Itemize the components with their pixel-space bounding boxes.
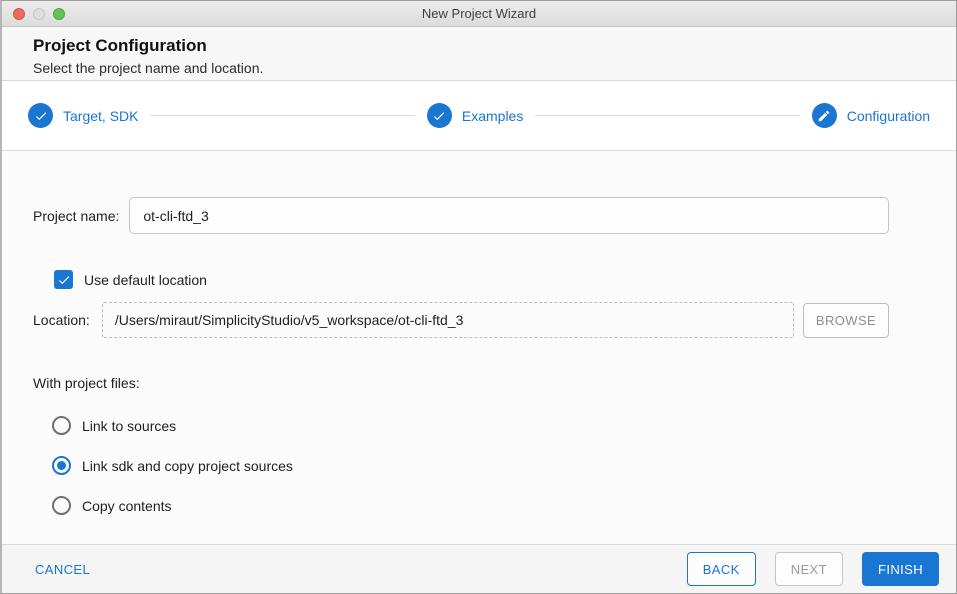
browse-button[interactable]: BROWSE bbox=[803, 302, 889, 338]
radio-label: Link to sources bbox=[82, 417, 177, 434]
back-button[interactable]: BACK bbox=[686, 552, 756, 586]
configuration-form: Project name: Use default location Locat… bbox=[2, 151, 956, 544]
location-input[interactable] bbox=[101, 302, 794, 338]
wizard-header: Project Configuration Select the project… bbox=[2, 27, 956, 81]
page-subtitle: Select the project name and location. bbox=[33, 60, 264, 76]
wizard-stepper: Target, SDK Examples Configuration bbox=[2, 81, 956, 151]
step-configuration[interactable]: Configuration bbox=[811, 103, 931, 128]
radio-option-link-sdk-copy-sources[interactable]: Link sdk and copy project sources bbox=[52, 456, 956, 475]
step-target-sdk[interactable]: Target, SDK bbox=[28, 103, 138, 128]
location-label: Location: bbox=[33, 312, 90, 328]
check-icon bbox=[28, 103, 53, 128]
check-icon bbox=[426, 103, 452, 128]
step-label: Target, SDK bbox=[63, 107, 139, 124]
page-title: Project Configuration bbox=[33, 36, 207, 55]
window-title: New Project Wizard bbox=[421, 6, 537, 21]
radio-label: Copy contents bbox=[82, 497, 172, 514]
step-examples[interactable]: Examples bbox=[426, 103, 524, 128]
project-name-row: Project name: bbox=[33, 197, 889, 234]
radio-option-link-to-sources[interactable]: Link to sources bbox=[52, 416, 956, 435]
stepper-connector bbox=[535, 115, 800, 116]
project-name-label: Project name: bbox=[33, 207, 120, 224]
radio-icon[interactable] bbox=[52, 496, 71, 515]
wizard-footer: CANCEL BACK NEXT FINISH bbox=[2, 544, 956, 593]
use-default-location-checkbox[interactable] bbox=[54, 270, 73, 289]
use-default-location-label: Use default location bbox=[84, 271, 207, 288]
finish-button[interactable]: FINISH bbox=[861, 552, 939, 586]
titlebar: New Project Wizard bbox=[2, 1, 956, 27]
cancel-button[interactable]: CANCEL bbox=[35, 562, 90, 577]
use-default-location-row[interactable]: Use default location bbox=[54, 270, 956, 289]
radio-option-copy-contents[interactable]: Copy contents bbox=[52, 496, 956, 515]
radio-selected-icon[interactable] bbox=[52, 456, 71, 475]
new-project-wizard-window: New Project Wizard Project Configuration… bbox=[0, 0, 957, 594]
next-button[interactable]: NEXT bbox=[774, 552, 843, 586]
radio-label: Link sdk and copy project sources bbox=[82, 457, 293, 474]
location-row: Location: BROWSE bbox=[33, 302, 889, 338]
with-project-files-section: With project files: bbox=[33, 375, 956, 393]
step-label: Configuration bbox=[846, 107, 931, 124]
with-project-files-label: With project files: bbox=[33, 375, 140, 391]
radio-icon[interactable] bbox=[52, 416, 71, 435]
stepper-connector bbox=[150, 115, 415, 116]
pencil-icon bbox=[811, 103, 837, 128]
step-label: Examples bbox=[461, 107, 524, 124]
project-name-input[interactable] bbox=[129, 197, 889, 234]
